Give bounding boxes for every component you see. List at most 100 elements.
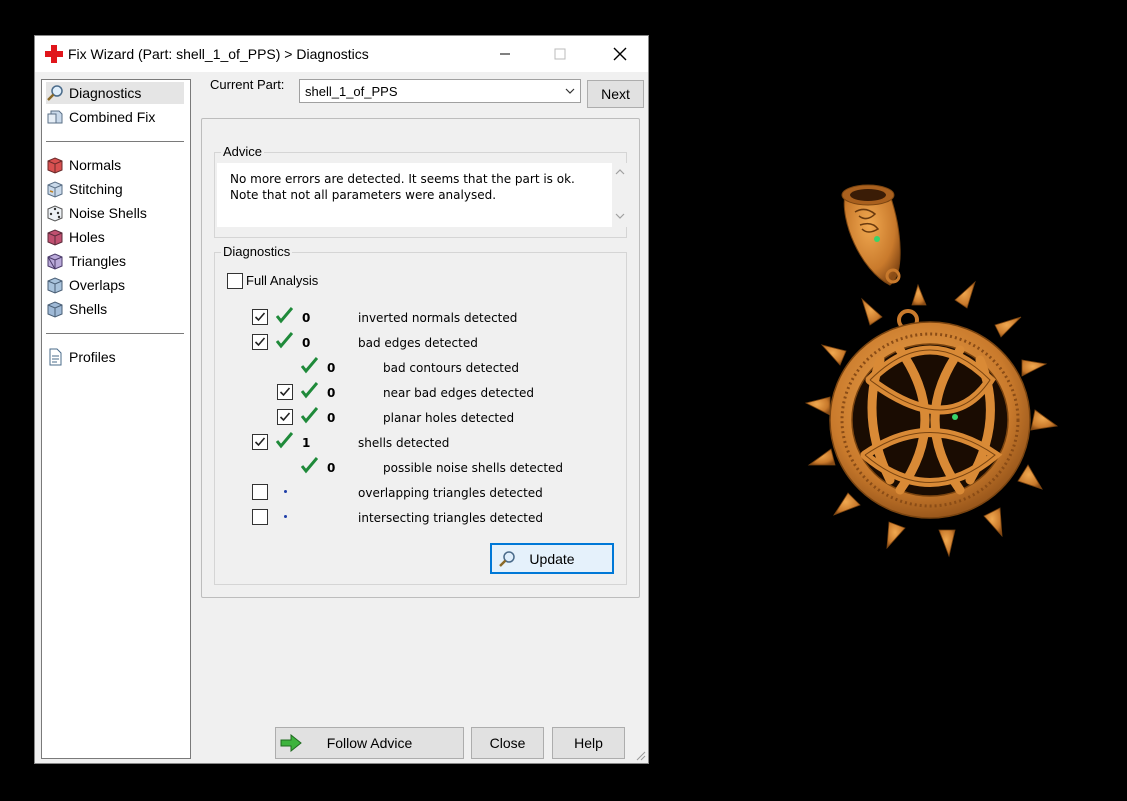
advice-text: No more errors are detected. It seems th…: [230, 172, 575, 202]
title-bar[interactable]: Fix Wizard (Part: shell_1_of_PPS) > Diag…: [35, 36, 648, 72]
pendant-model-image: [804, 184, 1059, 558]
sidebar-item-diagnostics[interactable]: Diagnostics: [46, 82, 184, 104]
near-bad-edges-checkbox[interactable]: [277, 384, 293, 400]
cube-stack-icon: [47, 110, 63, 124]
diagnostic-count: 0: [327, 386, 336, 400]
ok-tick-icon: [301, 357, 318, 374]
sidebar-item-holes[interactable]: Holes: [46, 226, 184, 248]
magnifier-icon: [499, 551, 515, 567]
diagnostic-count: 0: [302, 311, 311, 325]
minimize-button[interactable]: [482, 36, 528, 71]
diagnostics-group: Diagnostics Full Analysis 0 inverted nor…: [214, 244, 627, 585]
fix-wizard-dialog: Fix Wizard (Part: shell_1_of_PPS) > Diag…: [34, 35, 649, 764]
sidebar-item-profiles[interactable]: Profiles: [46, 346, 184, 368]
next-button[interactable]: Next: [587, 80, 644, 108]
diagnostic-label: bad contours detected: [383, 361, 519, 375]
inverted-normals-checkbox[interactable]: [252, 309, 268, 325]
maximize-icon: [554, 48, 566, 59]
full-analysis-label: Full Analysis: [246, 273, 319, 288]
follow-advice-button[interactable]: Follow Advice: [275, 727, 464, 759]
green-arrow-icon: [280, 734, 302, 752]
window-close-button[interactable]: [597, 36, 643, 71]
window-title: Fix Wizard (Part: shell_1_of_PPS) > Diag…: [68, 46, 369, 62]
current-part-dropdown[interactable]: shell_1_of_PPS: [299, 79, 581, 103]
diagnostic-count: 0: [302, 336, 311, 350]
sidebar-item-normals[interactable]: Normals: [46, 154, 184, 176]
minimize-icon: [500, 53, 510, 54]
close-icon: [613, 47, 627, 60]
chevron-down-icon: [565, 88, 575, 94]
pendant-bail: [841, 184, 901, 286]
ok-tick-icon: [276, 307, 293, 324]
sidebar-item-label: Noise Shells: [69, 205, 147, 221]
intersecting-triangles-checkbox[interactable]: [252, 509, 268, 525]
diagnostic-count: 1: [302, 436, 311, 450]
update-button[interactable]: Update: [490, 543, 614, 574]
ok-tick-icon: [301, 457, 318, 474]
sidebar-item-noise-shells[interactable]: Noise Shells: [46, 202, 184, 224]
sidebar-item-shells[interactable]: Shells: [46, 298, 184, 320]
diagnostic-count: 0: [327, 361, 336, 375]
sidebar-divider: [46, 141, 184, 142]
sidebar-item-label: Overlaps: [69, 277, 126, 293]
cube-overlap-icon: [47, 277, 63, 294]
planar-holes-checkbox[interactable]: [277, 409, 293, 425]
pendant-medallion: [804, 280, 1059, 558]
checkmark-icon: [254, 437, 266, 447]
sidebar-item-label: Normals: [69, 157, 122, 173]
sidebar-item-stitching[interactable]: Stitching: [46, 178, 184, 200]
sidebar-item-combined-fix[interactable]: Combined Fix: [46, 106, 184, 128]
sidebar: Diagnostics Combined Fix Normals Stitchi…: [41, 79, 191, 759]
diagnostic-label: shells detected: [358, 436, 450, 450]
advice-textbox[interactable]: No more errors are detected. It seems th…: [217, 163, 628, 227]
main-panel: Advice No more errors are detected. It s…: [201, 118, 640, 598]
sidebar-item-label: Diagnostics: [69, 85, 142, 101]
sidebar-item-label: Shells: [69, 301, 108, 317]
diagnostic-label: bad edges detected: [358, 336, 478, 350]
sidebar-item-overlaps[interactable]: Overlaps: [46, 274, 184, 296]
diagnostic-label: intersecting triangles detected: [358, 511, 543, 525]
document-icon: [49, 348, 62, 366]
sidebar-item-label: Stitching: [69, 181, 123, 197]
bad-edges-checkbox[interactable]: [252, 334, 268, 350]
diagnostic-label: possible noise shells detected: [383, 461, 564, 475]
follow-advice-label: Follow Advice: [326, 735, 413, 751]
close-button[interactable]: Close: [471, 727, 544, 759]
checkmark-icon: [279, 387, 291, 397]
scroll-down-icon: [615, 213, 625, 219]
advice-scrollbar[interactable]: [612, 163, 628, 227]
dice-icon: [47, 205, 63, 222]
sidebar-item-label: Combined Fix: [69, 109, 156, 125]
checkmark-icon: [254, 312, 266, 322]
sidebar-divider: [46, 333, 184, 334]
not-analysed-dot-icon: [284, 515, 287, 518]
3d-viewport[interactable]: [650, 0, 1127, 801]
checkmark-icon: [254, 337, 266, 347]
red-cross-icon: [45, 45, 63, 63]
advice-group: Advice No more errors are detected. It s…: [214, 144, 628, 238]
current-part-value: shell_1_of_PPS: [305, 84, 398, 99]
ok-tick-icon: [276, 432, 293, 449]
maximize-button[interactable]: [537, 36, 583, 71]
sidebar-item-label: Holes: [69, 229, 105, 245]
ok-tick-icon: [276, 332, 293, 349]
checkmark-icon: [279, 412, 291, 422]
cube-hole-icon: [47, 229, 63, 246]
scroll-up-icon: [615, 169, 625, 175]
sidebar-item-label: Profiles: [69, 349, 116, 365]
diagnostic-label: overlapping triangles detected: [358, 486, 543, 500]
cube-shells-icon: [47, 301, 63, 318]
ok-tick-icon: [301, 382, 318, 399]
sidebar-item-triangles[interactable]: Triangles: [46, 250, 184, 272]
full-analysis-checkbox[interactable]: [227, 273, 243, 289]
shells-checkbox[interactable]: [252, 434, 268, 450]
help-button[interactable]: Help: [552, 727, 625, 759]
magnifier-icon: [47, 85, 63, 101]
resize-grip-icon[interactable]: [634, 749, 646, 761]
update-label: Update: [529, 550, 575, 567]
current-part-label: Current Part:: [210, 77, 285, 92]
cube-triangles-icon: [47, 253, 63, 270]
cube-stitch-icon: [47, 181, 63, 198]
diagnostic-label: planar holes detected: [383, 411, 515, 425]
overlapping-triangles-checkbox[interactable]: [252, 484, 268, 500]
